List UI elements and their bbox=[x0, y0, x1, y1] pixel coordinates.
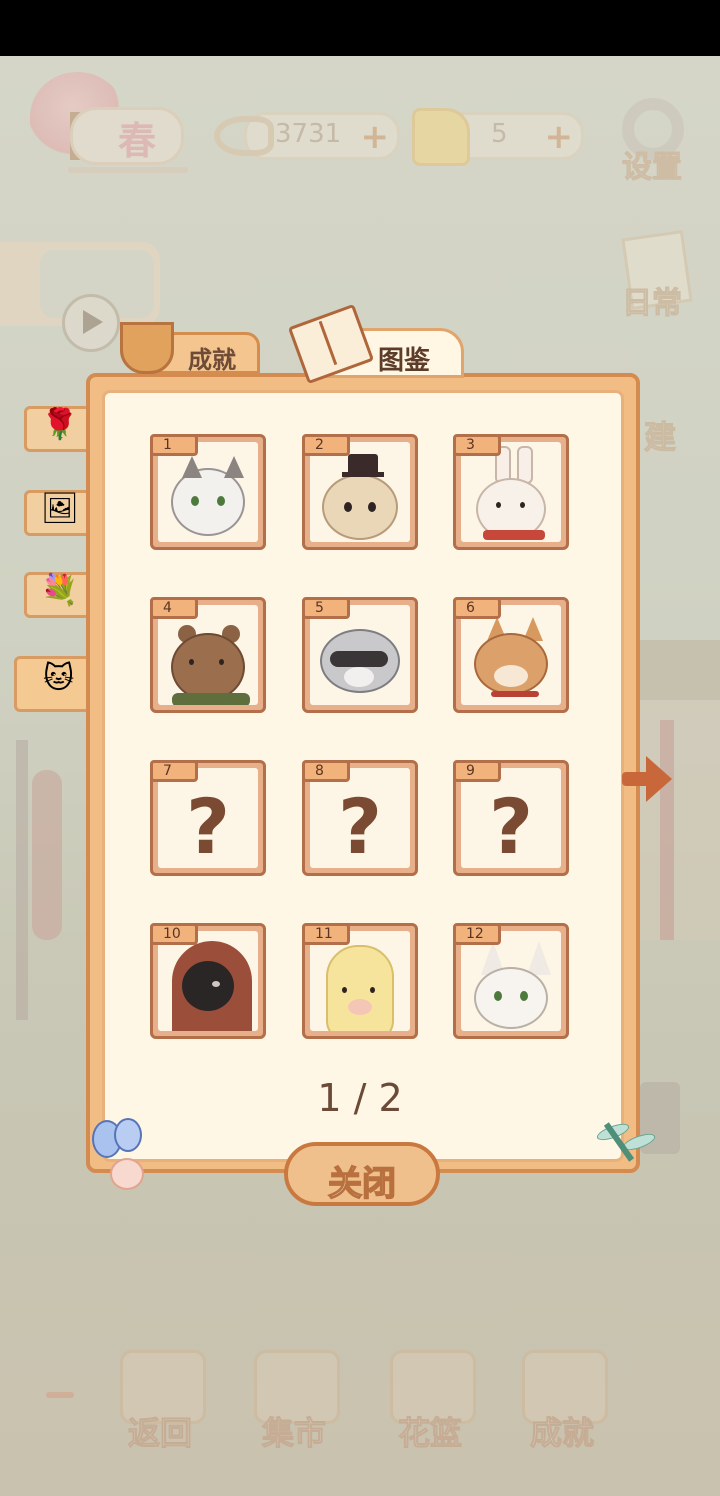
crow-portrait bbox=[182, 961, 234, 1011]
daily-button[interactable]: 日常 bbox=[612, 230, 693, 322]
build-label: 建 bbox=[643, 418, 677, 457]
tab-collection-label: 图鉴 bbox=[378, 346, 431, 376]
card-number: 10 bbox=[150, 923, 198, 945]
season-indicator[interactable]: 春 bbox=[30, 72, 188, 173]
bouquet-icon: 💐 bbox=[41, 573, 79, 608]
build-button[interactable]: 建 bbox=[640, 370, 720, 460]
cheese-icon bbox=[412, 108, 470, 166]
nav-achievements[interactable]: 成就 bbox=[516, 1350, 608, 1453]
card-number: 4 bbox=[150, 597, 198, 619]
add-cheese-button[interactable]: + bbox=[545, 117, 574, 157]
raccoon-portrait bbox=[320, 629, 400, 693]
photo-icon: 🖼 bbox=[41, 491, 80, 526]
tab-collection[interactable]: 图鉴 bbox=[287, 303, 466, 385]
card-number: 6 bbox=[453, 597, 501, 619]
settings-label: 设置 bbox=[622, 150, 683, 186]
nav-flower-basket[interactable]: 花篮 bbox=[384, 1350, 476, 1453]
card-number: 12 bbox=[453, 923, 501, 945]
collection-card-9[interactable]: ? 9 bbox=[453, 760, 569, 876]
alpaca-portrait bbox=[326, 945, 394, 1031]
tab-achievements-label: 成就 bbox=[188, 346, 236, 374]
card-number: 5 bbox=[302, 597, 350, 619]
collection-card-4[interactable]: 4 bbox=[150, 597, 266, 713]
collection-card-11[interactable]: 11 bbox=[302, 923, 418, 1039]
card-number: 8 bbox=[302, 760, 350, 782]
card-number: 3 bbox=[453, 434, 501, 456]
mouse-portrait bbox=[322, 474, 398, 540]
fish-bone-icon bbox=[214, 108, 284, 164]
status-bar bbox=[0, 0, 720, 56]
collection-card-1[interactable]: 1 bbox=[150, 434, 266, 550]
add-fish-button[interactable]: + bbox=[361, 117, 390, 157]
card-number: 1 bbox=[150, 434, 198, 456]
close-label: 关闭 bbox=[327, 1163, 397, 1205]
question-mark-icon: ? bbox=[185, 782, 231, 868]
menu-dash-icon[interactable] bbox=[46, 1392, 74, 1398]
collection-card-5[interactable]: 5 bbox=[302, 597, 418, 713]
butterfly-icon bbox=[92, 1118, 152, 1190]
settings-button[interactable]: 设置 bbox=[612, 96, 692, 186]
dragonfly-icon bbox=[594, 1110, 658, 1166]
close-button[interactable]: 关闭 bbox=[284, 1142, 440, 1206]
nav-back[interactable]: 返回 bbox=[114, 1350, 206, 1453]
question-mark-icon: ? bbox=[337, 782, 383, 868]
card-number: 2 bbox=[302, 434, 350, 456]
collection-card-7[interactable]: ? 7 bbox=[150, 760, 266, 876]
shiba-portrait bbox=[474, 633, 548, 695]
collection-card-10[interactable]: 10 bbox=[150, 923, 266, 1039]
rose-icon: 🌹 bbox=[41, 407, 79, 442]
trophy-icon bbox=[120, 322, 174, 374]
daily-label: 日常 bbox=[622, 286, 683, 322]
white-fox-portrait bbox=[474, 967, 548, 1029]
video-reward-button[interactable] bbox=[0, 242, 160, 352]
collection-card-12[interactable]: 12 bbox=[453, 923, 569, 1039]
question-mark-icon: ? bbox=[488, 782, 534, 868]
season-progress-bar bbox=[68, 167, 188, 173]
collection-card-8[interactable]: ? 8 bbox=[302, 760, 418, 876]
next-page-arrow-icon[interactable] bbox=[620, 756, 672, 802]
season-label: 春 bbox=[118, 119, 157, 163]
card-number: 11 bbox=[302, 923, 350, 945]
collection-card-6[interactable]: 6 bbox=[453, 597, 569, 713]
card-number: 9 bbox=[453, 760, 501, 782]
cat-silhouette-icon: 🐱 bbox=[43, 661, 75, 696]
flower-icon bbox=[110, 1158, 144, 1190]
collection-card-2[interactable]: 2 bbox=[302, 434, 418, 550]
tab-achievements[interactable]: 成就 bbox=[112, 322, 260, 374]
fish-count: 3731 bbox=[275, 119, 342, 149]
cheese-count: 5 bbox=[491, 119, 508, 149]
bear-portrait bbox=[171, 633, 245, 701]
collection-card-3[interactable]: 3 bbox=[453, 434, 569, 550]
nav-market[interactable]: 集市 bbox=[248, 1350, 340, 1453]
page-indicator: 1 / 2 bbox=[317, 1076, 403, 1120]
card-number: 7 bbox=[150, 760, 198, 782]
cat-portrait bbox=[171, 468, 245, 536]
